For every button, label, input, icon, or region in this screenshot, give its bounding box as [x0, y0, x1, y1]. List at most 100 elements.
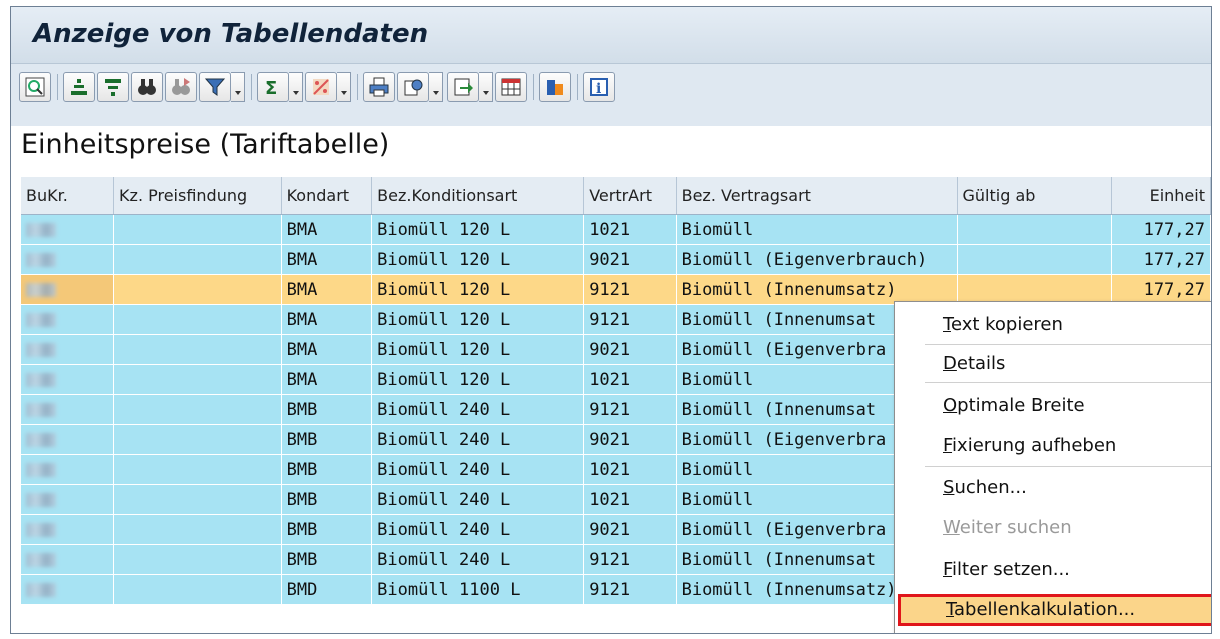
cell-bukr[interactable] — [21, 544, 115, 575]
cell-kondart[interactable]: BMA — [281, 334, 373, 365]
cell-bukr[interactable] — [21, 364, 115, 395]
cell-kz-preisfindung[interactable] — [113, 424, 282, 455]
cell-bez-konditionsart[interactable]: Biomüll 1100 L — [371, 574, 585, 605]
cell-vertrart[interactable]: 9021 — [583, 514, 677, 545]
cell-bukr[interactable] — [21, 514, 115, 545]
cell-bez-vertragsart[interactable]: Biomüll (Innenumsatz) — [676, 274, 958, 305]
subtotal-dropdown[interactable] — [337, 72, 351, 102]
cell-kz-preisfindung[interactable] — [113, 364, 282, 395]
cell-kz-preisfindung[interactable] — [113, 514, 282, 545]
column-header[interactable]: Kondart — [281, 177, 373, 215]
cell-kz-preisfindung[interactable] — [113, 454, 282, 485]
cell-bez-konditionsart[interactable]: Biomüll 120 L — [371, 334, 585, 365]
cell-bez-konditionsart[interactable]: Biomüll 120 L — [371, 364, 585, 395]
cell-kondart[interactable]: BMB — [281, 454, 373, 485]
details-icon[interactable] — [19, 72, 51, 102]
column-header[interactable]: Bez. Vertragsart — [676, 177, 958, 215]
column-header[interactable]: Bez.Konditionsart — [371, 177, 585, 215]
cell-kz-preisfindung[interactable] — [113, 214, 282, 245]
print-icon[interactable] — [363, 72, 395, 102]
cell-bez-konditionsart[interactable]: Biomüll 240 L — [371, 394, 585, 425]
cell-einheitspreis[interactable]: 177,27 — [1111, 244, 1211, 275]
find-next-icon[interactable] — [165, 72, 197, 102]
cell-bez-vertragsart[interactable]: Biomüll (Eigenverbrauch) — [676, 244, 958, 275]
menu-item-fixierung-aufheben[interactable]: Fixierung aufheben — [895, 430, 1211, 462]
find-icon[interactable] — [131, 72, 163, 102]
sort-ascending-icon[interactable] — [63, 72, 95, 102]
view-icon[interactable] — [397, 72, 429, 102]
cell-bukr[interactable] — [21, 394, 115, 425]
cell-kondart[interactable]: BMD — [281, 574, 373, 605]
graphic-icon[interactable] — [539, 72, 571, 102]
cell-bez-konditionsart[interactable]: Biomüll 120 L — [371, 274, 585, 305]
cell-gueltig-ab[interactable] — [957, 274, 1112, 305]
cell-gueltig-ab[interactable] — [957, 214, 1112, 245]
cell-bukr[interactable] — [21, 214, 115, 245]
cell-bukr[interactable] — [21, 424, 115, 455]
cell-vertrart[interactable]: 1021 — [583, 484, 677, 515]
info-icon[interactable]: i — [583, 72, 615, 102]
cell-bez-konditionsart[interactable]: Biomüll 120 L — [371, 304, 585, 335]
export-dropdown[interactable] — [479, 72, 493, 102]
cell-kz-preisfindung[interactable] — [113, 544, 282, 575]
cell-bukr[interactable] — [21, 304, 115, 335]
cell-bukr[interactable] — [21, 574, 115, 605]
cell-bez-vertragsart[interactable]: Biomüll — [676, 214, 958, 245]
cell-vertrart[interactable]: 9021 — [583, 424, 677, 455]
column-header[interactable]: Kz. Preisfindung — [113, 177, 282, 215]
layout-icon[interactable] — [495, 72, 527, 102]
table-row[interactable]: BMA Biomüll 120 L 9121 Biomüll (Innenumsatz… — [21, 274, 1211, 305]
cell-bukr[interactable] — [21, 454, 115, 485]
menu-item-suchen[interactable]: Suchen... — [895, 472, 1211, 504]
column-header[interactable]: Gültig ab — [957, 177, 1112, 215]
menu-item-optimale-breite[interactable]: Optimale Breite — [895, 390, 1211, 422]
cell-kondart[interactable]: BMA — [281, 214, 373, 245]
cell-vertrart[interactable]: 9121 — [583, 274, 677, 305]
cell-vertrart[interactable]: 1021 — [583, 364, 677, 395]
menu-item-details[interactable]: Details — [895, 348, 1211, 380]
sort-descending-icon[interactable] — [97, 72, 129, 102]
cell-kondart[interactable]: BMA — [281, 364, 373, 395]
menu-item-filter-setzen[interactable]: Filter setzen... — [895, 554, 1211, 586]
cell-vertrart[interactable]: 9021 — [583, 334, 677, 365]
column-header[interactable]: BuKr. — [21, 177, 115, 215]
cell-vertrart[interactable]: 9121 — [583, 304, 677, 335]
cell-kz-preisfindung[interactable] — [113, 484, 282, 515]
cell-bez-konditionsart[interactable]: Biomüll 240 L — [371, 544, 585, 575]
cell-bez-konditionsart[interactable]: Biomüll 240 L — [371, 454, 585, 485]
cell-bukr[interactable] — [21, 274, 115, 305]
cell-bez-konditionsart[interactable]: Biomüll 120 L — [371, 214, 585, 245]
menu-item-tabellenkalkulation[interactable]: Tabellenkalkulation... — [898, 594, 1211, 626]
cell-vertrart[interactable]: 9121 — [583, 574, 677, 605]
cell-vertrart[interactable]: 9021 — [583, 244, 677, 275]
cell-kz-preisfindung[interactable] — [113, 574, 282, 605]
cell-kondart[interactable]: BMA — [281, 274, 373, 305]
column-header[interactable]: VertrArt — [583, 177, 677, 215]
cell-bez-konditionsart[interactable]: Biomüll 240 L — [371, 514, 585, 545]
cell-bez-konditionsart[interactable]: Biomüll 240 L — [371, 484, 585, 515]
export-icon[interactable] — [447, 72, 479, 102]
cell-einheitspreis[interactable]: 177,27 — [1111, 214, 1211, 245]
cell-bez-konditionsart[interactable]: Biomüll 240 L — [371, 424, 585, 455]
cell-kz-preisfindung[interactable] — [113, 244, 282, 275]
sum-dropdown[interactable] — [289, 72, 303, 102]
cell-bukr[interactable] — [21, 484, 115, 515]
view-dropdown[interactable] — [429, 72, 443, 102]
cell-kz-preisfindung[interactable] — [113, 394, 282, 425]
cell-einheitspreis[interactable]: 177,27 — [1111, 274, 1211, 305]
cell-bukr[interactable] — [21, 334, 115, 365]
cell-vertrart[interactable]: 9121 — [583, 544, 677, 575]
cell-kz-preisfindung[interactable] — [113, 304, 282, 335]
cell-vertrart[interactable]: 9121 — [583, 394, 677, 425]
cell-kondart[interactable]: BMB — [281, 394, 373, 425]
subtotal-icon[interactable] — [305, 72, 337, 102]
cell-bukr[interactable] — [21, 244, 115, 275]
cell-kondart[interactable]: BMB — [281, 514, 373, 545]
filter-dropdown[interactable] — [231, 72, 245, 102]
cell-bez-konditionsart[interactable]: Biomüll 120 L — [371, 244, 585, 275]
cell-vertrart[interactable]: 1021 — [583, 214, 677, 245]
cell-kz-preisfindung[interactable] — [113, 334, 282, 365]
menu-item-text-kopieren[interactable]: Text kopieren — [895, 309, 1211, 341]
cell-kondart[interactable]: BMA — [281, 304, 373, 335]
cell-vertrart[interactable]: 1021 — [583, 454, 677, 485]
